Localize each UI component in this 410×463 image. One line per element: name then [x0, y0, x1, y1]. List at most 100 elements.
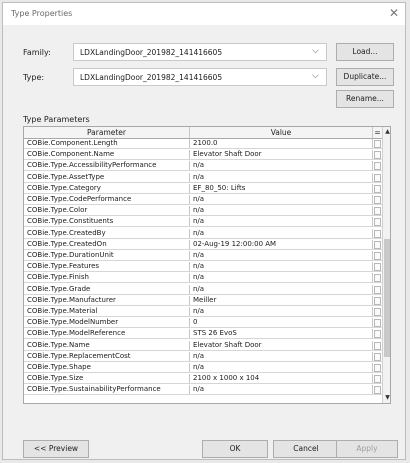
- scroll-up-icon[interactable]: ▲: [383, 127, 390, 137]
- formula-button[interactable]: [374, 364, 381, 372]
- formula-button-cell[interactable]: [373, 195, 382, 204]
- type-dropdown[interactable]: LDXLandingDoor_201982_141416605 ⌵: [73, 68, 327, 86]
- value-cell[interactable]: STS 26 EvoS: [190, 329, 373, 339]
- table-row[interactable]: COBie.Type.ModelNumber 0: [24, 318, 382, 329]
- formula-button-cell[interactable]: [373, 262, 382, 272]
- formula-button[interactable]: [374, 173, 381, 182]
- formula-button-cell[interactable]: [373, 251, 382, 260]
- formula-button[interactable]: [374, 184, 381, 193]
- table-row[interactable]: COBie.Type.ReplacementCost n/a: [24, 351, 382, 362]
- formula-button[interactable]: [374, 162, 381, 171]
- formula-button-cell[interactable]: [373, 217, 382, 227]
- family-dropdown[interactable]: LDXLandingDoor_201982_141416605 ⌵: [73, 43, 327, 61]
- table-row[interactable]: COBie.Type.DurationUnit n/a: [24, 251, 382, 261]
- formula-button[interactable]: [374, 218, 381, 227]
- value-cell[interactable]: n/a: [190, 217, 373, 227]
- formula-button[interactable]: [374, 229, 381, 238]
- value-cell[interactable]: n/a: [190, 284, 373, 294]
- value-cell[interactable]: Elevator Shaft Door: [190, 340, 373, 350]
- value-cell[interactable]: 02-Aug-19 12:00:00 AM: [190, 239, 373, 249]
- formula-button[interactable]: [374, 240, 381, 249]
- value-column-header[interactable]: Value: [190, 127, 373, 139]
- table-row[interactable]: COBie.Type.Material n/a: [24, 307, 382, 317]
- table-row[interactable]: COBie.Type.CreatedBy n/a: [24, 228, 382, 239]
- formula-button-cell[interactable]: [373, 161, 382, 171]
- value-cell[interactable]: Elevator Shaft Door: [190, 150, 373, 160]
- formula-button-cell[interactable]: [373, 363, 382, 372]
- value-cell[interactable]: 2100 x 1000 x 104: [190, 374, 373, 384]
- vertical-scrollbar[interactable]: ▲ ▼: [382, 127, 390, 403]
- table-row[interactable]: COBie.Type.Finish n/a: [24, 273, 382, 284]
- table-row[interactable]: COBie.Type.Grade n/a: [24, 284, 382, 295]
- value-cell[interactable]: n/a: [190, 228, 373, 238]
- parameter-column-header[interactable]: Parameter: [24, 127, 190, 139]
- formula-button[interactable]: [374, 386, 381, 395]
- apply-button[interactable]: Apply: [336, 440, 398, 458]
- formula-button-cell[interactable]: [373, 307, 382, 316]
- value-cell[interactable]: n/a: [190, 351, 373, 361]
- formula-button-cell[interactable]: [373, 296, 382, 305]
- formula-button-cell[interactable]: [373, 329, 382, 339]
- value-cell[interactable]: n/a: [190, 363, 373, 372]
- table-row[interactable]: COBie.Type.CreatedOn 02-Aug-19 12:00:00 A…: [24, 239, 382, 250]
- value-cell[interactable]: n/a: [190, 273, 373, 283]
- value-cell[interactable]: 0: [190, 318, 373, 328]
- formula-button-cell[interactable]: [373, 139, 382, 148]
- formula-button[interactable]: [374, 296, 381, 305]
- value-cell[interactable]: n/a: [190, 172, 373, 182]
- formula-button[interactable]: [374, 196, 381, 204]
- formula-button[interactable]: [374, 330, 381, 339]
- formula-button-cell[interactable]: [373, 385, 382, 395]
- value-cell[interactable]: Meiller: [190, 295, 373, 305]
- formula-button-cell[interactable]: [373, 206, 382, 216]
- value-cell[interactable]: n/a: [190, 385, 373, 395]
- formula-button-cell[interactable]: [373, 184, 382, 193]
- formula-button[interactable]: [374, 252, 381, 260]
- rename-button[interactable]: Rename...: [336, 90, 394, 108]
- formula-button-cell[interactable]: [373, 173, 382, 182]
- value-cell[interactable]: n/a: [190, 195, 373, 204]
- table-row[interactable]: COBie.Type.Size 2100 x 1000 x 104: [24, 374, 382, 385]
- value-cell[interactable]: n/a: [190, 251, 373, 260]
- formula-button-cell[interactable]: [373, 150, 382, 160]
- formula-button-cell[interactable]: [373, 352, 382, 361]
- ok-button[interactable]: OK: [202, 440, 268, 458]
- table-row[interactable]: COBie.Type.ModelReference STS 26 EvoS: [24, 329, 382, 340]
- sort-column-header[interactable]: =: [373, 127, 382, 139]
- table-row[interactable]: COBie.Type.Manufacturer Meiller: [24, 295, 382, 306]
- formula-button[interactable]: [374, 151, 381, 160]
- formula-button[interactable]: [374, 207, 381, 216]
- table-row[interactable]: COBie.Type.CodePerformance n/a: [24, 195, 382, 205]
- value-cell[interactable]: n/a: [190, 262, 373, 272]
- table-row[interactable]: COBie.Component.Name Elevator Shaft Door: [24, 150, 382, 161]
- value-cell[interactable]: n/a: [190, 161, 373, 171]
- formula-button[interactable]: [374, 352, 381, 361]
- table-row[interactable]: COBie.Component.Length 2100.0: [24, 139, 382, 149]
- formula-button-cell[interactable]: [373, 318, 382, 328]
- table-row[interactable]: COBie.Type.Features n/a: [24, 262, 382, 273]
- load-button[interactable]: Load...: [336, 43, 394, 61]
- formula-button-cell[interactable]: [373, 285, 382, 294]
- table-row[interactable]: COBie.Type.AccessibilityPerformance n/a: [24, 161, 382, 172]
- scrollbar-thumb[interactable]: [384, 239, 390, 357]
- cancel-button[interactable]: Cancel: [273, 440, 339, 458]
- value-cell[interactable]: n/a: [190, 206, 373, 216]
- formula-button[interactable]: [374, 308, 381, 316]
- value-cell[interactable]: n/a: [190, 307, 373, 316]
- formula-button-cell[interactable]: [373, 240, 382, 249]
- value-cell[interactable]: EF_80_50: Lifts: [190, 183, 373, 193]
- formula-button-cell[interactable]: [373, 273, 382, 283]
- duplicate-button[interactable]: Duplicate...: [336, 68, 394, 86]
- formula-button[interactable]: [374, 285, 381, 294]
- close-icon[interactable]: ✕: [389, 6, 399, 20]
- table-row[interactable]: COBie.Type.Shape n/a: [24, 363, 382, 373]
- formula-button[interactable]: [374, 341, 381, 350]
- table-row[interactable]: COBie.Type.Name Elevator Shaft Door: [24, 340, 382, 351]
- value-cell[interactable]: 2100.0: [190, 139, 373, 148]
- table-row[interactable]: COBie.Type.Color n/a: [24, 206, 382, 217]
- formula-button-cell[interactable]: [373, 229, 382, 238]
- formula-button[interactable]: [374, 375, 381, 384]
- formula-button-cell[interactable]: [373, 374, 382, 384]
- table-row[interactable]: COBie.Type.AssetType n/a: [24, 172, 382, 183]
- preview-button[interactable]: << Preview: [23, 440, 89, 458]
